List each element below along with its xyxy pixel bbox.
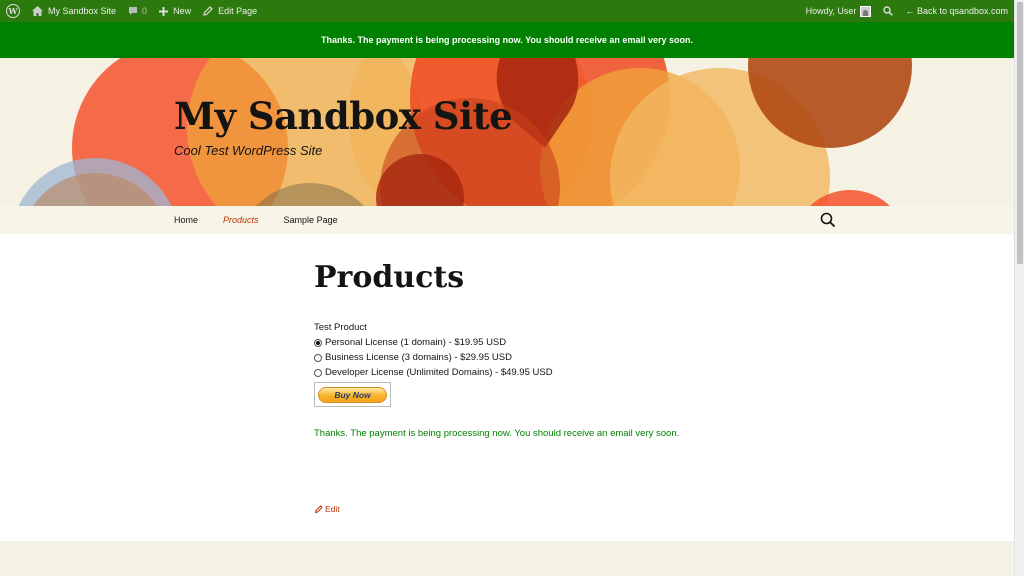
comment-bubble-icon xyxy=(129,7,138,15)
comments-link[interactable]: 0 xyxy=(122,0,153,22)
search-icon xyxy=(883,6,894,16)
option-label: Personal License (1 domain) - $19.95 USD xyxy=(325,337,507,348)
site-title[interactable]: My Sandbox Site xyxy=(174,94,513,138)
search-icon[interactable] xyxy=(820,212,836,228)
page-scrollbar[interactable] xyxy=(1014,0,1024,576)
site-name-label: My Sandbox Site xyxy=(48,6,117,16)
edit-link[interactable]: Edit xyxy=(315,504,340,514)
notice-message: Thanks. The payment is being processing … xyxy=(321,35,693,45)
wordpress-logo-icon: W xyxy=(6,4,20,18)
license-option-business[interactable]: Business License (3 domains) - $29.95 US… xyxy=(314,350,553,365)
greeting-text: Howdy, User xyxy=(805,6,857,16)
product-label: Test Product xyxy=(314,322,367,333)
footer-strip xyxy=(0,541,1014,576)
site-description: Cool Test WordPress Site xyxy=(174,143,323,158)
nav-item-home[interactable]: Home xyxy=(174,215,198,225)
nav-item-sample-page[interactable]: Sample Page xyxy=(284,215,338,225)
page-title: Products xyxy=(314,260,465,295)
admin-search-button[interactable] xyxy=(877,0,899,22)
success-message: Thanks. The payment is being processing … xyxy=(314,428,680,439)
back-link-label: ← Back to qsandbox.com xyxy=(905,6,1008,16)
wordpress-logo-button[interactable]: W xyxy=(0,0,26,22)
buy-now-label: Buy Now xyxy=(318,386,387,403)
option-label: Developer License (Unlimited Domains) - … xyxy=(325,367,553,378)
pencil-icon xyxy=(315,505,323,513)
radio-business[interactable] xyxy=(314,353,322,362)
comments-count: 0 xyxy=(142,6,148,16)
avatar xyxy=(860,5,872,17)
edit-page-label: Edit Page xyxy=(218,6,258,16)
new-content-button[interactable]: New xyxy=(153,0,197,22)
license-option-personal[interactable]: Personal License (1 domain) - $19.95 USD xyxy=(314,335,553,350)
plus-icon xyxy=(159,6,169,16)
radio-personal[interactable] xyxy=(314,338,322,347)
scrollbar-thumb[interactable] xyxy=(1017,2,1023,264)
home-icon xyxy=(32,6,43,16)
edit-label: Edit xyxy=(325,504,340,514)
nav-item-products[interactable]: Products xyxy=(223,215,259,225)
site-name-link[interactable]: My Sandbox Site xyxy=(26,0,122,22)
buy-form: Test Product Personal License (1 domain)… xyxy=(314,320,553,407)
main-navigation: Home Products Sample Page xyxy=(0,206,1014,234)
payment-notice-banner: Thanks. The payment is being processing … xyxy=(0,22,1014,58)
page-content: Products Test Product Personal License (… xyxy=(0,234,1014,541)
edit-page-button[interactable]: Edit Page xyxy=(197,0,263,22)
pencil-icon xyxy=(203,6,213,16)
user-account-menu[interactable]: Howdy, User xyxy=(800,0,878,22)
site-header: My Sandbox Site Cool Test WordPress Site xyxy=(0,58,1014,206)
new-label: New xyxy=(173,6,192,16)
option-label: Business License (3 domains) - $29.95 US… xyxy=(325,352,512,363)
license-option-developer[interactable]: Developer License (Unlimited Domains) - … xyxy=(314,365,553,380)
back-to-qsandbox-link[interactable]: ← Back to qsandbox.com xyxy=(899,0,1014,22)
buy-now-button[interactable]: Buy Now xyxy=(314,382,391,407)
radio-developer[interactable] xyxy=(314,368,322,377)
admin-bar: W My Sandbox Site 0 New Edit Page Howdy,… xyxy=(0,0,1014,22)
